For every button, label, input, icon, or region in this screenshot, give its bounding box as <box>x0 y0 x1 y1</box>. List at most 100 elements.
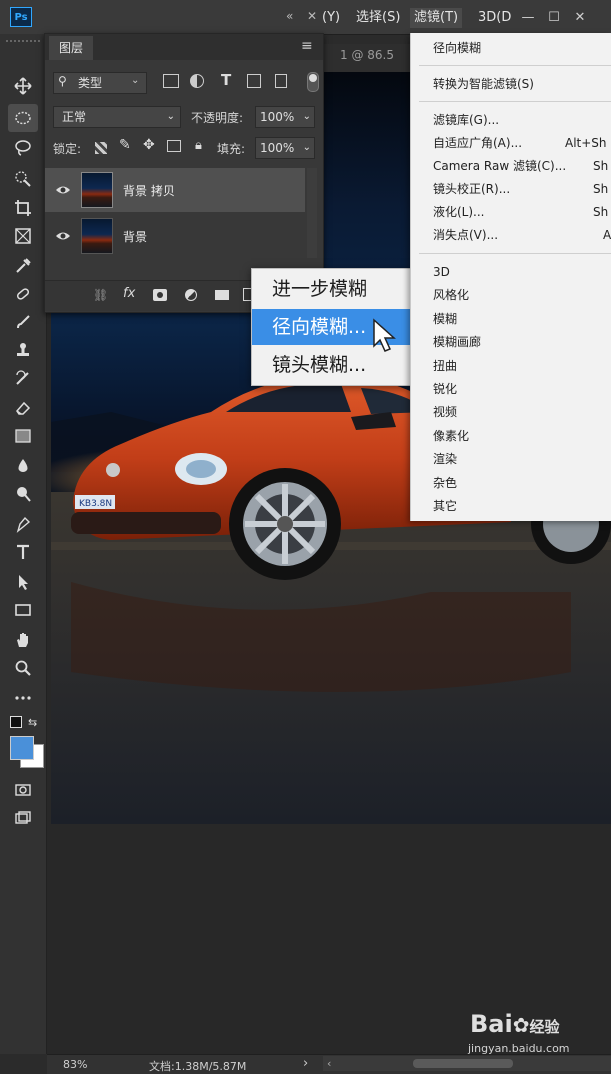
lock-image-pixels-icon[interactable]: ✎ <box>119 137 131 153</box>
status-menu-arrow-icon[interactable]: › <box>303 1056 308 1071</box>
shape-filter-icon[interactable] <box>247 74 261 88</box>
healing-brush-tool-icon[interactable] <box>8 280 38 308</box>
menu-item-label: 模糊画廊 <box>433 335 482 349</box>
menu-item-window[interactable]: (Y) <box>318 8 344 28</box>
pixel-filter-icon[interactable] <box>163 74 179 88</box>
brush-tool-icon[interactable] <box>8 308 38 336</box>
menu-item-filter[interactable]: 滤镜(T) <box>410 8 463 28</box>
dodge-tool-icon[interactable] <box>8 480 38 508</box>
tab-layers[interactable]: 图层 <box>49 36 94 60</box>
lock-transparent-pixels-icon[interactable] <box>95 142 107 154</box>
hand-tool-icon[interactable] <box>8 626 38 654</box>
menu-item-label: 转换为智能滤镜(S) <box>433 77 534 91</box>
submenu-item-blur-more[interactable]: 进一步模糊 <box>252 271 412 307</box>
menu-item-camera-raw[interactable]: Camera Raw 滤镜(C)... Sh <box>411 155 611 178</box>
frame-tool-icon[interactable] <box>8 222 38 250</box>
window-close-icon[interactable]: ✕ <box>567 10 593 25</box>
fill-field[interactable]: 100% ⌄ <box>255 137 315 159</box>
group-icon[interactable] <box>215 290 229 300</box>
minimize-icon[interactable]: — <box>515 10 541 25</box>
type-filter-icon[interactable]: T <box>221 71 231 89</box>
foreground-color-swatch[interactable] <box>10 736 34 760</box>
lasso-tool-icon[interactable] <box>8 134 38 162</box>
menu-item-blur[interactable]: 模糊 <box>411 308 611 331</box>
menu-item-3d[interactable]: 3D(D <box>474 8 515 28</box>
menu-separator <box>419 65 611 66</box>
license-plate-text: KB3.8N <box>79 499 112 509</box>
opacity-field[interactable]: 100% ⌄ <box>255 106 315 128</box>
path-selection-tool-icon[interactable] <box>8 568 38 596</box>
maximize-icon[interactable]: ☐ <box>541 10 567 25</box>
search-icon: ⚲ <box>58 74 67 88</box>
menu-item-video[interactable]: 视频 <box>411 401 611 424</box>
filter-toggle[interactable] <box>307 72 319 92</box>
menu-item-sharpen[interactable]: 锐化 <box>411 378 611 401</box>
blur-tool-icon[interactable] <box>8 452 38 480</box>
smart-object-filter-icon[interactable] <box>275 74 287 88</box>
zoom-level[interactable]: 83% <box>63 1058 87 1071</box>
layer-row[interactable]: 背景 <box>45 214 305 258</box>
fx-icon[interactable]: fx <box>123 286 135 301</box>
menu-item-lens-correction[interactable]: 镜头校正(R)... Sh <box>411 178 611 201</box>
menu-item-3d[interactable]: 3D <box>411 261 611 284</box>
chevron-down-icon[interactable]: ⌄ <box>303 138 311 158</box>
menu-item-select[interactable]: 选择(S) <box>352 8 404 28</box>
pen-tool-icon[interactable] <box>8 510 38 538</box>
menu-item-pixelate[interactable]: 像素化 <box>411 425 611 448</box>
history-brush-tool-icon[interactable] <box>8 364 38 392</box>
document-tab[interactable]: 1 @ 86.5 <box>340 48 394 62</box>
toolbar-grip[interactable] <box>6 40 40 48</box>
layer-row[interactable]: 背景 拷贝 <box>45 168 305 212</box>
swap-colors-icon[interactable]: ⇆ <box>28 716 37 729</box>
horizontal-scrollbar[interactable]: ‹ <box>323 1056 611 1071</box>
menu-separator <box>419 253 611 254</box>
chevron-down-icon[interactable]: ⌄ <box>303 107 311 127</box>
document-info[interactable]: 文档:1.38M/5.87M <box>149 1058 246 1074</box>
menu-item-filter-gallery[interactable]: 滤镜库(G)... <box>411 109 611 132</box>
panel-menu-icon[interactable]: ≡ <box>301 38 313 54</box>
zoom-tool-icon[interactable] <box>8 654 38 682</box>
lock-all-icon[interactable]: 🔒︎ <box>195 138 202 153</box>
menu-item-render[interactable]: 渲染 <box>411 448 611 471</box>
collapse-panels-icon[interactable]: « <box>286 9 293 23</box>
fill-value: 100% <box>260 141 295 155</box>
elliptical-marquee-tool-icon[interactable] <box>8 104 38 132</box>
menu-item-convert-smart-filter[interactable]: 转换为智能滤镜(S) <box>411 73 611 96</box>
scrollbar-thumb[interactable] <box>413 1059 513 1068</box>
menu-item-other[interactable]: 其它 <box>411 495 611 518</box>
lock-artboard-icon[interactable] <box>167 140 181 152</box>
visibility-eye-icon[interactable] <box>55 182 71 198</box>
quick-mask-icon[interactable] <box>8 776 38 804</box>
more-tools-icon[interactable] <box>8 684 38 712</box>
link-icon[interactable]: ⛓ <box>93 288 108 302</box>
filter-menu: 径向模糊 转换为智能滤镜(S) 滤镜库(G)... 自适应广角(A)... Alt… <box>410 33 611 521</box>
eyedropper-tool-icon[interactable] <box>8 252 38 280</box>
close-panel-icon[interactable]: ✕ <box>307 9 317 23</box>
visibility-eye-icon[interactable] <box>55 228 71 244</box>
menu-item-vanishing-point[interactable]: 消失点(V)... A <box>411 224 611 247</box>
menu-item-adaptive-wide-angle[interactable]: 自适应广角(A)... Alt+Sh <box>411 132 611 155</box>
menu-item-noise[interactable]: 杂色 <box>411 472 611 495</box>
quick-selection-tool-icon[interactable] <box>8 164 38 192</box>
type-tool-icon[interactable] <box>8 538 38 566</box>
layers-scrollbar[interactable] <box>307 168 317 258</box>
adjustment-filter-icon[interactable] <box>190 74 204 88</box>
rectangle-tool-icon[interactable] <box>8 596 38 624</box>
menu-item-last-filter[interactable]: 径向模糊 <box>411 37 611 60</box>
move-tool-icon[interactable] <box>8 72 38 100</box>
eraser-tool-icon[interactable] <box>8 394 38 422</box>
adjustment-icon[interactable] <box>185 289 197 301</box>
mask-icon[interactable] <box>153 289 167 301</box>
clone-stamp-tool-icon[interactable] <box>8 336 38 364</box>
lock-position-icon[interactable]: ✥ <box>143 137 155 153</box>
menu-item-distort[interactable]: 扭曲 <box>411 355 611 378</box>
menu-item-liquify[interactable]: 液化(L)... Sh <box>411 201 611 224</box>
screen-mode-icon[interactable] <box>8 804 38 832</box>
menu-item-blur-gallery[interactable]: 模糊画廊 <box>411 331 611 354</box>
blend-mode-select[interactable]: 正常 ⌄ <box>53 106 181 128</box>
default-colors-icon[interactable] <box>10 716 22 728</box>
menu-item-stylize[interactable]: 风格化 <box>411 284 611 307</box>
gradient-tool-icon[interactable] <box>8 422 38 450</box>
scroll-left-icon[interactable]: ‹ <box>327 1057 331 1070</box>
crop-tool-icon[interactable] <box>8 194 38 222</box>
